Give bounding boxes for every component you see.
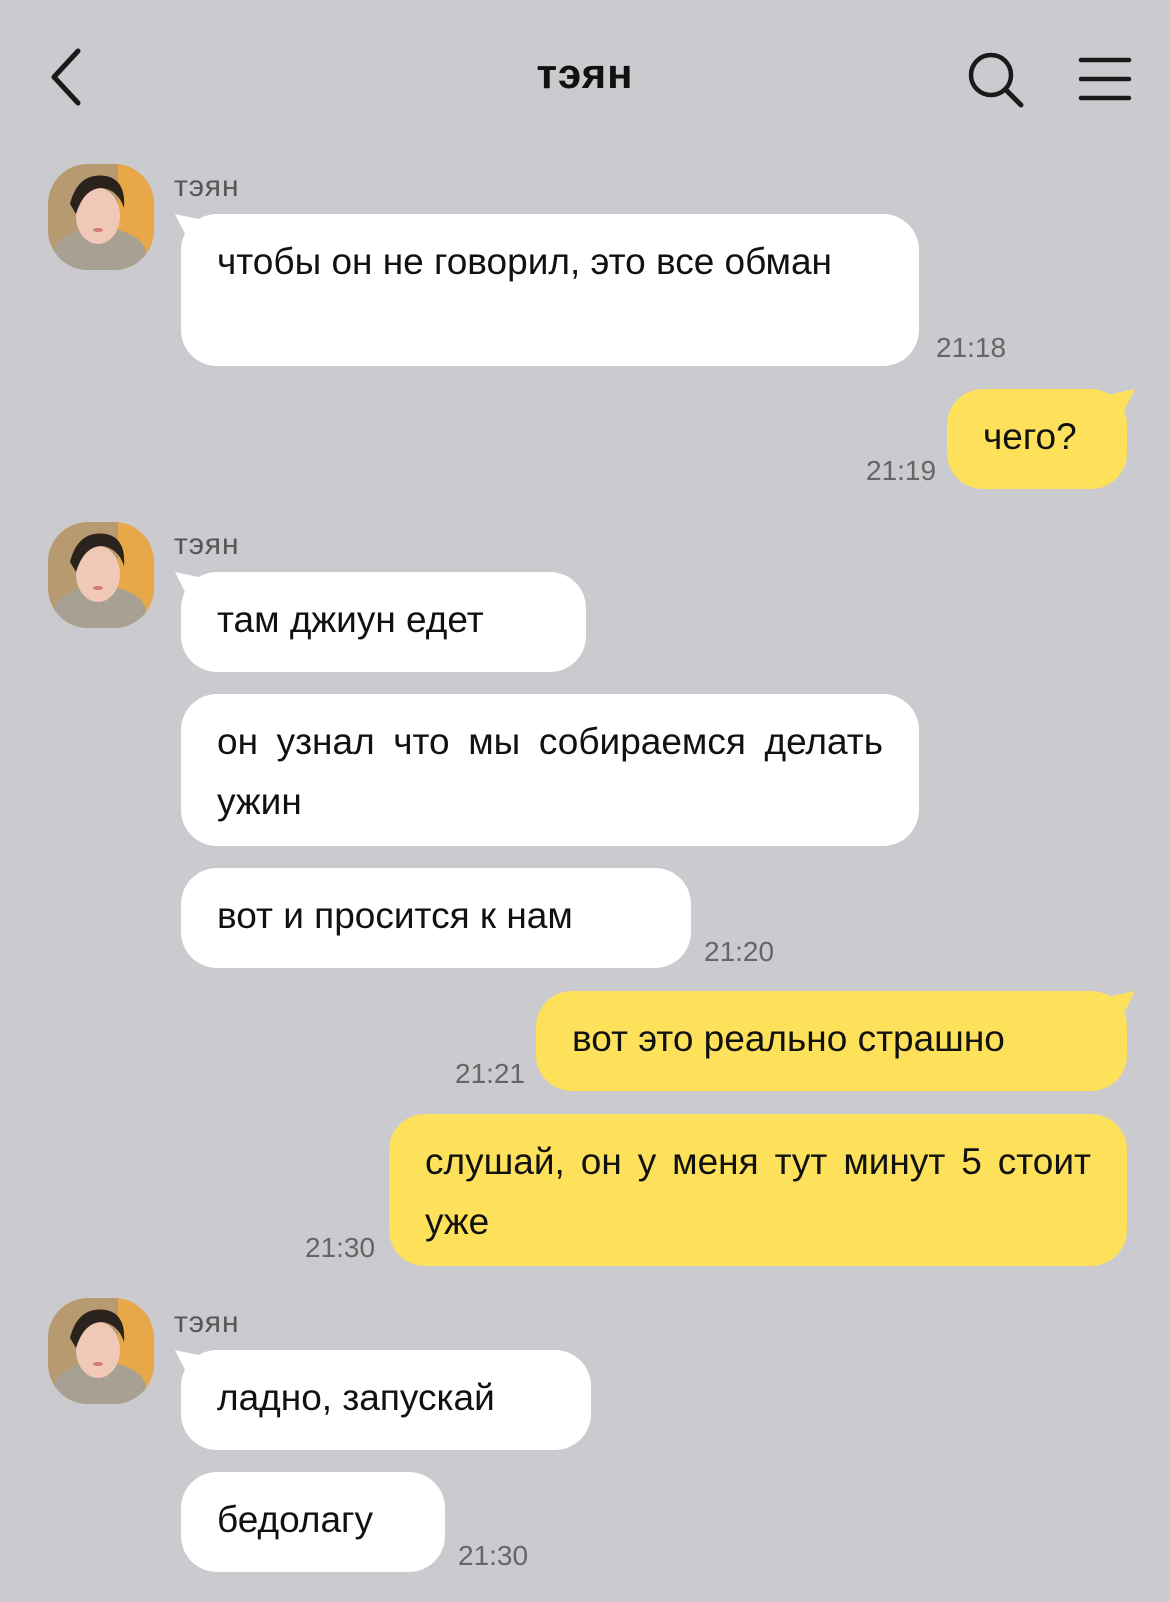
search-icon [968, 52, 1024, 108]
sender-name: тэян [174, 1306, 240, 1339]
bubble-tail [175, 572, 203, 600]
message-text: он узнал что мы собираемся делать ужин [217, 721, 883, 822]
avatar-photo [48, 164, 154, 270]
message-time: 21:18 [936, 332, 1007, 363]
message-bubble[interactable]: бедолагу [181, 1472, 445, 1572]
message-bubble[interactable]: чтобы он не говорил, это все обман [175, 214, 919, 366]
message-bubble[interactable]: вот это реально страшно [536, 991, 1135, 1091]
message-bubble[interactable]: чего? [947, 389, 1135, 489]
message-text: вот это реально страшно [572, 1018, 1005, 1059]
bubble-tail [175, 214, 203, 242]
message-time: 21:20 [704, 936, 775, 967]
message-bubble[interactable]: слушай, он у меня тут минут 5 стоит уже [389, 1114, 1127, 1266]
avatar[interactable] [48, 522, 154, 628]
avatar[interactable] [48, 164, 154, 270]
message-text: вот и просится к нам [217, 895, 573, 936]
menu-icon [1078, 57, 1132, 101]
message-text: ладно, запускай [217, 1377, 495, 1418]
bubble-tail [1107, 991, 1135, 1019]
message-text: чтобы он не говорил, это все обман [217, 241, 832, 282]
message-text: чего? [983, 416, 1077, 457]
bubble-tail [1107, 389, 1135, 417]
chat-header: тэян [0, 0, 1170, 160]
message-text: бедолагу [217, 1499, 374, 1540]
sender-name: тэян [174, 170, 240, 203]
search-button[interactable] [966, 50, 1026, 110]
message-bubble[interactable]: там джиун едет [175, 572, 586, 672]
avatar-photo [48, 1298, 154, 1404]
message-text: слушай, он у меня тут минут 5 стоит уже [425, 1141, 1091, 1242]
message-time: 21:19 [866, 455, 937, 486]
message-bubble[interactable]: вот и просится к нам [181, 868, 691, 968]
message-time: 21:30 [305, 1232, 376, 1263]
avatar[interactable] [48, 1298, 154, 1404]
message-bubble[interactable]: ладно, запускай [175, 1350, 591, 1450]
sender-name: тэян [174, 528, 240, 561]
message-time: 21:21 [455, 1058, 526, 1089]
avatar-photo [48, 522, 154, 628]
menu-button[interactable] [1076, 50, 1134, 108]
message-text: там джиун едет [217, 599, 484, 640]
bubble-tail [175, 1350, 203, 1378]
message-bubble[interactable]: он узнал что мы собираемся делать ужин [181, 694, 919, 846]
message-time: 21:30 [458, 1540, 529, 1571]
